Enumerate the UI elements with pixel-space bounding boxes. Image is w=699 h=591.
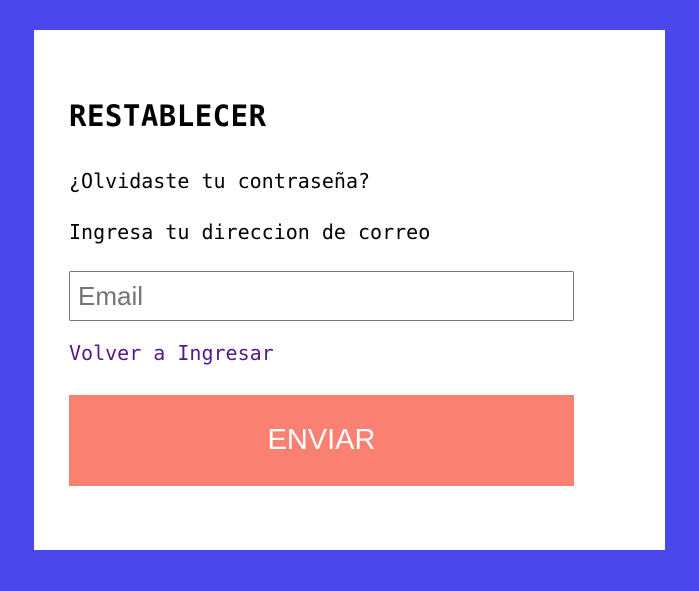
page-title: RESTABLECER (69, 99, 267, 133)
email-instruction: Ingresa tu direccion de correo (69, 220, 431, 244)
submit-button[interactable]: ENVIAR (69, 395, 574, 486)
forgot-password-question: ¿Olvidaste tu contraseña? (69, 169, 371, 193)
reset-password-card: RESTABLECER ¿Olvidaste tu contraseña? In… (34, 30, 665, 550)
email-input[interactable] (69, 271, 574, 321)
back-to-login-link[interactable]: Volver a Ingresar (69, 341, 274, 365)
